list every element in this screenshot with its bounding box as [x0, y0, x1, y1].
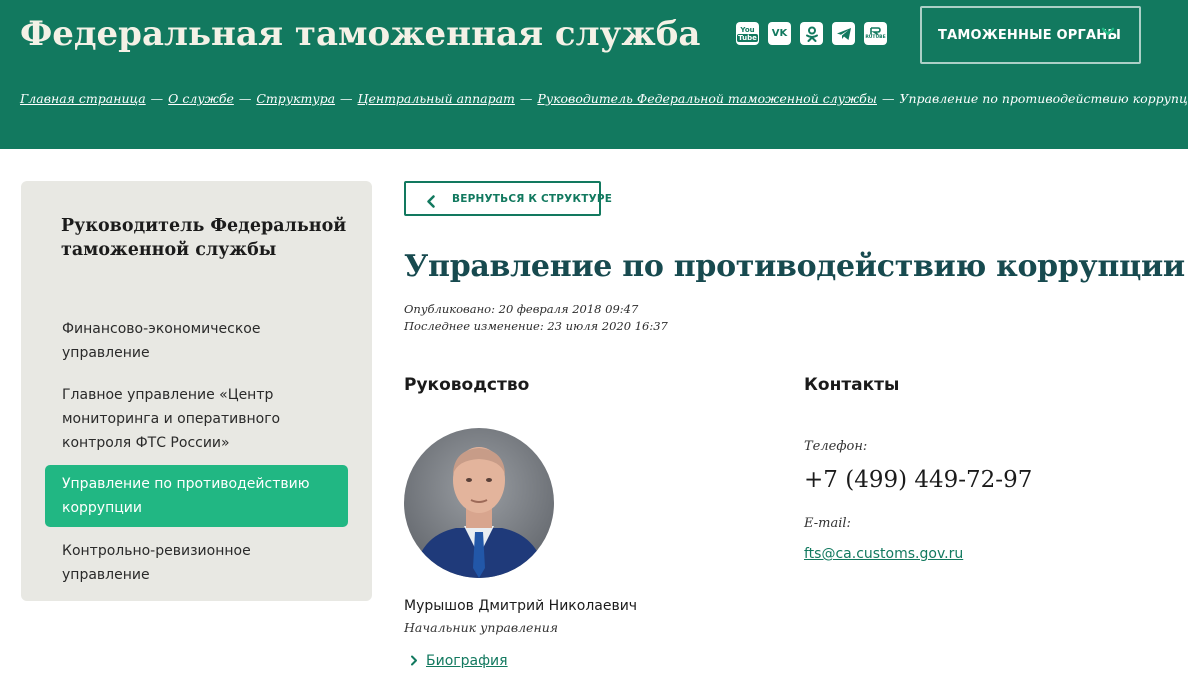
odnoklassniki-icon[interactable] — [800, 22, 823, 45]
breadcrumb-head-of-service[interactable]: Руководитель Федеральной таможенной служ… — [537, 91, 877, 106]
chevron-left-icon — [426, 193, 436, 212]
modified-date: Последнее изменение: 23 июля 2020 16:37 — [404, 319, 668, 333]
email-link[interactable]: fts@ca.customs.gov.ru — [804, 546, 963, 562]
vk-icon[interactable]: VK — [768, 22, 791, 45]
sidebar-item-anti-corruption[interactable]: Управление по противодействию коррупции — [45, 465, 348, 527]
social-links: You Tube VK RUTUBE — [736, 22, 887, 45]
leadership-heading: Руководство — [404, 375, 530, 395]
chevron-down-icon — [1101, 26, 1115, 41]
breadcrumb-about[interactable]: О службе — [168, 91, 234, 106]
back-to-structure-button[interactable]: ВЕРНУТЬСЯ К СТРУКТУРЕ — [404, 181, 612, 216]
contacts-heading: Контакты — [804, 375, 900, 395]
biography-link-label: Биография — [426, 652, 508, 669]
page-title: Управление по противодействию коррупции — [404, 249, 1185, 284]
phone-label: Телефон: — [804, 439, 868, 454]
leader-name: Мурышов Дмитрий Николаевич — [404, 598, 638, 614]
breadcrumb: Главная страница — О службе — Структура — Цент… — [20, 91, 1188, 106]
breadcrumb-central-office[interactable]: Центральный аппарат — [358, 91, 515, 106]
sidebar-item-finance[interactable]: Финансово-экономическое управление — [45, 317, 348, 365]
site-title[interactable]: Федеральная таможенная служба — [20, 14, 700, 54]
email-label: E-mail: — [804, 516, 851, 531]
sidebar-title[interactable]: Руководитель Федеральной таможенной служ… — [61, 214, 351, 262]
published-date: Опубликовано: 20 февраля 2018 09:47 — [404, 302, 639, 316]
leader-position: Начальник управления — [404, 620, 559, 635]
leader-photo — [404, 428, 554, 578]
telegram-icon[interactable] — [832, 22, 855, 45]
sidebar-item-audit[interactable]: Контрольно-ревизионное управление — [45, 539, 348, 587]
breadcrumb-home[interactable]: Главная страница — [20, 91, 146, 106]
back-button-label: ВЕРНУТЬСЯ К СТРУКТУРЕ — [452, 193, 613, 205]
youtube-icon[interactable]: You Tube — [736, 22, 759, 45]
site-header: Федеральная таможенная служба You Tube VK… — [0, 0, 1188, 149]
sidebar: Руководитель Федеральной таможенной служ… — [21, 181, 372, 601]
phone-number[interactable]: +7 (499) 449-72-97 — [804, 467, 1032, 493]
publication-meta: Опубликовано: 20 февраля 2018 09:47 Посл… — [404, 301, 668, 335]
chevron-right-icon — [410, 651, 418, 670]
rutube-icon[interactable]: RUTUBE — [864, 22, 887, 45]
breadcrumb-current: Управление по противодействию коррупции — [899, 91, 1188, 106]
customs-organs-label: ТАМОЖЕННЫЕ ОРГАНЫ — [938, 27, 1122, 43]
customs-organs-dropdown[interactable]: ТАМОЖЕННЫЕ ОРГАНЫ — [920, 6, 1141, 64]
sidebar-item-monitoring-center[interactable]: Главное управление «Центр мониторинга и … — [45, 383, 348, 455]
breadcrumb-structure[interactable]: Структура — [256, 91, 335, 106]
biography-link[interactable]: Биография — [410, 651, 508, 670]
